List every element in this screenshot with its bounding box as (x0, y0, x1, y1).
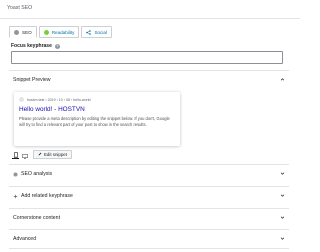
preview-seo-title[interactable]: Hello world! - HOSTVN (19, 106, 175, 113)
readability-score-dot-icon (43, 29, 49, 35)
panel-title: Yoast SEO (7, 5, 33, 11)
share-icon (86, 29, 92, 35)
chevron-down-icon (280, 215, 285, 220)
pencil-icon (38, 152, 42, 158)
snippet-preview-heading: Snippet Preview (13, 77, 51, 83)
edit-snippet-label: Edit snippet (44, 152, 67, 157)
seo-analysis-section: SEO analysis (9, 164, 289, 183)
preview-meta-description: Please provide a meta description by edi… (19, 116, 170, 127)
related-keyphrase-section: Add related keyphrase (9, 186, 289, 205)
chevron-down-icon (280, 171, 285, 176)
tab-social[interactable]: Social (81, 26, 112, 38)
cornerstone-header[interactable]: Cornerstone content (9, 209, 289, 227)
chevron-down-icon (280, 193, 285, 198)
help-icon[interactable]: ? (54, 43, 60, 49)
seo-analysis-header[interactable]: SEO analysis (9, 165, 289, 183)
focus-keyphrase-label-row: Focus keyphrase ? (11, 43, 60, 49)
snippet-preview-section: Snippet Preview (9, 70, 289, 89)
seo-score-icon (13, 172, 18, 177)
edit-snippet-button[interactable]: Edit snippet (33, 150, 72, 159)
tab-readability-label: Readability (51, 29, 75, 35)
desktop-icon (21, 146, 28, 164)
cornerstone-section: Cornerstone content (9, 208, 289, 227)
tab-social-label: Social (94, 29, 107, 35)
focus-keyphrase-label: Focus keyphrase (11, 43, 52, 49)
advanced-section: Advanced (9, 229, 289, 249)
tab-readability[interactable]: Readability (38, 26, 80, 38)
related-keyphrase-header[interactable]: Add related keyphrase (9, 187, 289, 205)
focus-keyphrase-input[interactable] (11, 51, 283, 64)
analysis-tabs: SEO Readability Social (9, 26, 114, 38)
desktop-preview-button[interactable] (21, 150, 28, 159)
favicon-icon (19, 97, 24, 102)
cornerstone-label: Cornerstone content (13, 215, 61, 221)
mobile-icon (13, 145, 18, 163)
seo-analysis-label: SEO analysis (21, 171, 53, 177)
yoast-panel-header: Yoast SEO (0, 0, 300, 19)
tab-seo[interactable]: SEO (9, 26, 37, 38)
advanced-label: Advanced (13, 236, 37, 242)
advanced-header[interactable]: Advanced (9, 230, 289, 248)
chevron-up-icon (280, 77, 285, 82)
plus-icon (13, 194, 18, 199)
related-keyphrase-label: Add related keyphrase (21, 193, 73, 199)
snippet-preview-header[interactable]: Snippet Preview (9, 71, 289, 89)
seo-score-dot-icon (14, 29, 19, 35)
chevron-down-icon (280, 236, 285, 241)
preview-breadcrumb: hostvn.test › 2019 › 10 › 08 › hello-wor… (27, 97, 91, 102)
preview-url-row: hostvn.test › 2019 › 10 › 08 › hello-wor… (19, 97, 175, 102)
preview-toolbar: Edit snippet (12, 150, 72, 159)
mobile-preview-button[interactable] (12, 150, 19, 159)
tab-seo-label: SEO (22, 29, 32, 35)
google-preview-card: hostvn.test › 2019 › 10 › 08 › hello-wor… (14, 92, 180, 146)
